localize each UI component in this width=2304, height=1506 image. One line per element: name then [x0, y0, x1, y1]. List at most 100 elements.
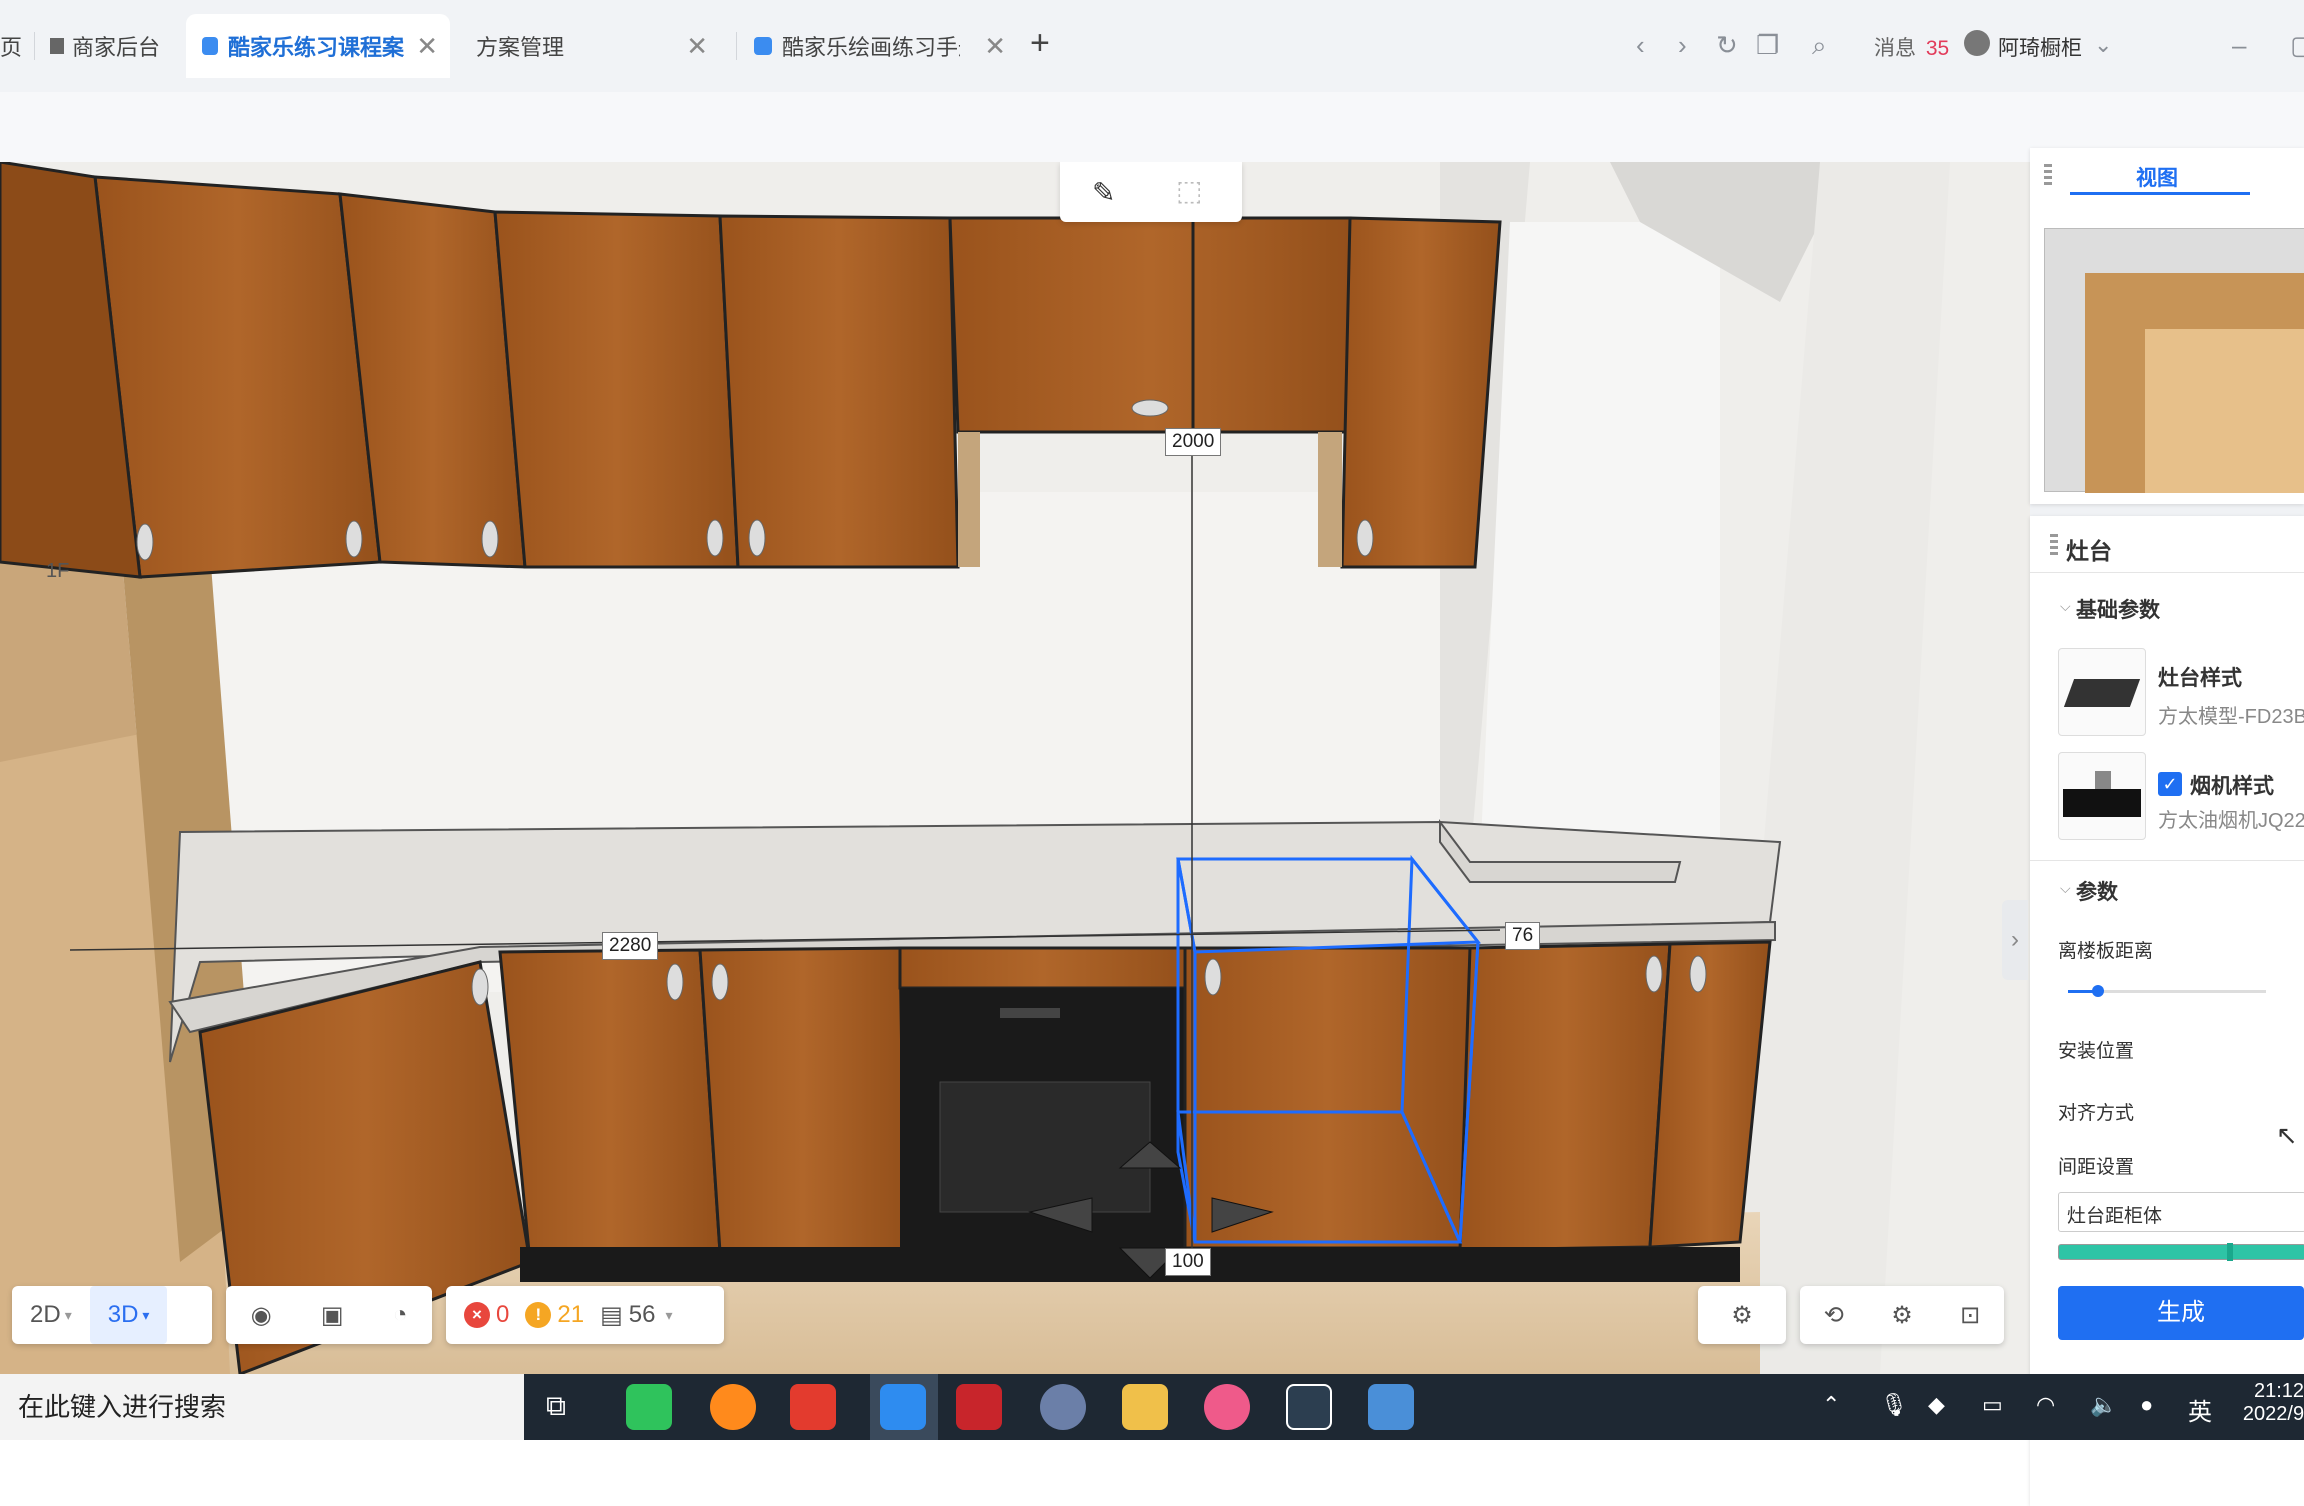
errors-counter[interactable]: × 0	[446, 1286, 517, 1344]
replace-icon[interactable]: ⬚	[1176, 174, 1202, 207]
taskbar-search[interactable]: 在此键入进行搜索	[0, 1374, 524, 1440]
warnings-counter[interactable]: ! 21	[517, 1286, 592, 1344]
firefox-icon[interactable]	[710, 1384, 756, 1430]
minimize-icon[interactable]: –	[2232, 30, 2246, 61]
gauge-icon[interactable]: ◔	[375, 1286, 426, 1344]
maximize-icon[interactable]: ▢	[2290, 30, 2304, 61]
file-explorer-icon[interactable]	[1122, 1384, 1168, 1430]
app-pink-icon[interactable]	[1204, 1384, 1250, 1430]
mouse-cursor-icon: ↖	[2276, 1120, 2298, 1150]
taskbar: 在此键入进行搜索 ⧉ ⌃ 🎙 ◆ ▭ ◠ 🔈 ● 英 21:12 2022/9	[0, 1374, 2304, 1440]
user-name[interactable]: 阿琦橱柜	[1998, 32, 2082, 62]
close-tab-icon[interactable]: ✕	[404, 31, 450, 62]
kujiale-browser-icon[interactable]	[880, 1384, 926, 1430]
kitchen-3d-scene[interactable]	[0, 162, 2030, 1374]
dimension-label-top[interactable]: 2000	[1165, 428, 1222, 456]
tab-kujiale-drawing[interactable]: 酷家乐绘画练习手册 ✕	[754, 14, 1018, 78]
wechat-tray-icon[interactable]: ●	[2140, 1392, 2153, 1418]
volume-icon[interactable]: 🔈	[2090, 1392, 2117, 1418]
tab-view[interactable]: 视图	[2136, 162, 2178, 192]
close-tab-icon[interactable]: ✕	[674, 31, 720, 62]
chevron-down-icon[interactable]: ⌵	[2060, 598, 2071, 615]
basic-params-header[interactable]: 基础参数	[2076, 594, 2160, 624]
calculator-icon[interactable]	[1368, 1384, 1414, 1430]
alignment-label: 对齐方式	[2058, 1103, 2135, 1124]
close-tab-icon[interactable]: ✕	[972, 31, 1018, 62]
view-mode-toggle: 2D ▾ 3D ▾	[12, 1286, 212, 1344]
microphone-icon[interactable]: 🎙	[1880, 1392, 1908, 1418]
clock-date: 2022/9	[2242, 1403, 2304, 1425]
dimension-label-right[interactable]: 76	[1505, 922, 1541, 950]
display-toolbar: ◉ ▣ ◔	[226, 1286, 432, 1344]
params-header[interactable]: 参数	[2076, 876, 2118, 906]
ime-indicator[interactable]: 英	[2188, 1392, 2212, 1427]
floor-distance-slider[interactable]	[2068, 985, 2266, 997]
stove-style-value[interactable]: 方太模型-FD23B	[2158, 700, 2304, 729]
video-meeting-icon[interactable]	[1286, 1384, 1332, 1430]
material-brush-icon[interactable]: ✎	[1092, 176, 1115, 209]
view-reset-icon[interactable]: ⟲	[1814, 1286, 1854, 1344]
mode-2d-button[interactable]: 2D ▾	[12, 1286, 90, 1344]
tab-kujiale-course[interactable]: 酷家乐练习课程案例 ✕	[186, 14, 450, 78]
minimap[interactable]	[2044, 228, 2304, 493]
toggle-settings-icon[interactable]: ⚙	[1713, 1286, 1771, 1344]
hood-style-label: 烟机样式	[2190, 775, 2274, 798]
slider-thumb[interactable]	[2092, 985, 2104, 997]
3d-viewport[interactable]: 2000 2280 76 100 1F ✎ ⬚	[0, 162, 2030, 1374]
browser-tab-bar: 页 商家后台 酷家乐练习课程案例 ✕ 方案管理 ✕ 酷家乐绘画练习手册 ✕ + …	[0, 0, 2304, 93]
tab-home[interactable]: 页	[0, 14, 30, 78]
view-settings-icon[interactable]: ⚙	[1881, 1286, 1923, 1344]
floor-distance-label: 离楼板距离	[2058, 941, 2154, 962]
eye-icon[interactable]: ◉	[233, 1286, 290, 1344]
cube-icon[interactable]: ▣	[303, 1286, 362, 1344]
autocad-icon[interactable]	[956, 1384, 1002, 1430]
page-header	[0, 92, 2304, 162]
new-tab-button[interactable]: +	[1030, 24, 1050, 63]
tab-merchant-backend[interactable]: 商家后台	[50, 14, 180, 78]
wifi-icon[interactable]: ◠	[2036, 1392, 2055, 1418]
stove-thumbnail[interactable]	[2058, 648, 2146, 736]
floating-toolbar: ✎ ⬚	[1060, 162, 1242, 222]
dimension-label-left[interactable]: 2280	[602, 932, 659, 960]
spacing-select[interactable]: 灶台距柜体	[2058, 1192, 2304, 1232]
avatar[interactable]	[1964, 30, 1990, 56]
spacing-range-bar[interactable]	[2058, 1243, 2304, 1261]
dimension-label-bottom[interactable]: 100	[1165, 1248, 1211, 1276]
install-position-label: 安装位置	[2058, 1041, 2135, 1062]
kujiale-favicon	[202, 37, 219, 55]
mode-3d-button[interactable]: 3D ▾	[89, 1286, 168, 1344]
forward-icon[interactable]: ›	[1678, 30, 1687, 61]
drag-handle[interactable]	[2044, 164, 2052, 186]
refresh-icon[interactable]: ↻	[1716, 30, 1738, 61]
clock[interactable]: 21:12 2022/9	[2243, 1380, 2304, 1426]
wechat-icon[interactable]	[626, 1384, 672, 1430]
hood-thumbnail[interactable]	[2058, 752, 2146, 840]
floor-label: 1F	[46, 560, 70, 582]
drag-handle[interactable]	[2050, 534, 2058, 556]
tray-expand-icon[interactable]: ⌃	[1822, 1392, 1840, 1418]
store-icon	[50, 38, 64, 54]
items-counter[interactable]: ▤ 56 ▾	[592, 1286, 680, 1344]
hood-style-value[interactable]: 方太油烟机JQ22	[2158, 804, 2304, 833]
camera-toolbar: ⟲ ⚙ ⊡	[1800, 1286, 2004, 1344]
chevron-down-icon[interactable]: ⌄	[2094, 32, 2112, 58]
tab-scheme-management[interactable]: 方案管理 ✕	[476, 14, 720, 78]
copy-icon[interactable]: ❐	[1756, 30, 1779, 61]
focus-icon[interactable]: ⊡	[1950, 1286, 1990, 1344]
search-icon[interactable]: ⌕	[1812, 30, 1827, 62]
hood-enabled-checkbox[interactable]: ✓	[2158, 772, 2182, 796]
messages-link[interactable]: 消息 35	[1874, 32, 1949, 62]
qq-icon[interactable]: ◆	[1928, 1392, 1945, 1418]
messages-count-badge: 35	[1925, 37, 1950, 60]
generate-button[interactable]: 生成	[2058, 1286, 2304, 1340]
chevron-down-icon[interactable]: ⌵	[2060, 880, 2071, 897]
battery-icon[interactable]: ▭	[1982, 1392, 2003, 1418]
app-sphere-icon[interactable]	[1040, 1384, 1086, 1430]
task-view-icon[interactable]: ⧉	[546, 1390, 566, 1423]
collapse-panel-button[interactable]: ›	[2002, 900, 2028, 980]
chevron-down-icon: ▾	[665, 1306, 673, 1323]
wps-icon[interactable]	[790, 1384, 836, 1430]
stove-settings-panel: 灶台 ⌵ 基础参数 灶台样式 方太模型-FD23B ✓ 烟机样式 方太油烟机JQ…	[2030, 516, 2304, 1506]
clock-time: 21:12	[2254, 1380, 2304, 1402]
back-icon[interactable]: ‹	[1636, 30, 1645, 61]
